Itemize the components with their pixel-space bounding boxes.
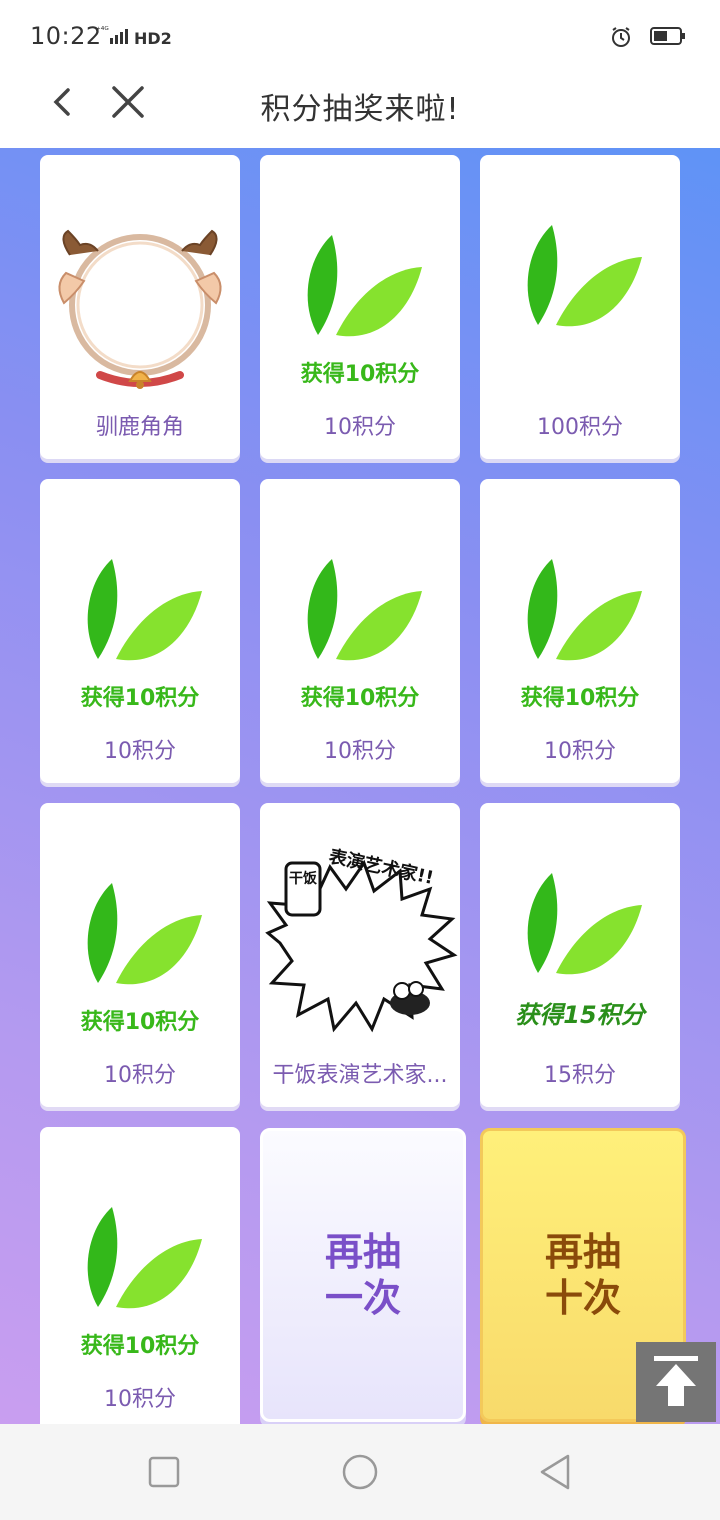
page-title: 积分抽奖来啦! — [260, 92, 460, 127]
draw-ten-line2: 十次 — [544, 1276, 621, 1320]
leaf-caption: 获得10积分 — [81, 685, 200, 711]
status-time: 10:22 — [30, 22, 102, 50]
prize-card-reindeer-antlers[interactable]: 驯鹿角角 — [40, 155, 240, 459]
prize-label: 干饭表演艺术家... — [272, 1063, 448, 1088]
prize-label: 15积分 — [544, 1063, 616, 1088]
home-button[interactable] — [340, 1452, 380, 1492]
draw-once-button[interactable]: 再抽 一次 — [260, 1128, 466, 1422]
prize-card-100-points[interactable]: 100积分 — [480, 155, 680, 459]
leaf-caption: 获得10积分 — [301, 685, 420, 711]
prize-label: 10积分 — [324, 415, 396, 440]
draw-once-line2: 一次 — [324, 1276, 401, 1320]
comic-badge: 干饭 — [289, 870, 318, 887]
leaf-points-image: 获得10积分 — [81, 1207, 202, 1359]
svg-text:⁺⁴ᴳ: ⁺⁴ᴳ — [96, 26, 109, 36]
back-triangle-icon — [540, 1454, 570, 1490]
leaf-points-image: 获得10积分 — [301, 235, 422, 387]
leaf-points-image: 获得10积分 — [81, 559, 202, 711]
leaf-points-image: 获得10积分 — [521, 559, 642, 711]
prize-label: 10积分 — [104, 1063, 176, 1088]
prize-label: 100积分 — [537, 415, 623, 440]
page-header: 积分抽奖来啦! — [0, 70, 720, 149]
alarm-icon — [610, 26, 632, 48]
battery-icon — [650, 26, 686, 46]
recent-apps-square-icon — [148, 1456, 180, 1488]
status-bar: 10:22 ⁺⁴ᴳ HD2 — [0, 0, 720, 70]
comic-frame-image: 干饭 表演艺术家!! — [265, 845, 458, 1033]
hd-badge: HD2 — [134, 29, 172, 48]
draw-ten-line1: 再抽 — [544, 1230, 621, 1274]
draw-once-line1: 再抽 — [324, 1230, 401, 1274]
prize-card-15-points[interactable]: 获得15积分 15积分 — [480, 803, 680, 1107]
comic-caption: 表演艺术家!! — [327, 845, 436, 889]
lottery-grid: 驯鹿角角 获得10积分 10积分 100积分 获得10积分 10积分 获得10积… — [0, 148, 720, 1424]
leaf-points-image: 获得10积分 — [81, 883, 202, 1035]
prize-label: 10积分 — [544, 739, 616, 764]
arrow-up-to-top-icon — [654, 1356, 698, 1406]
prize-card-10-points[interactable]: 获得10积分 10积分 — [260, 155, 460, 459]
prize-label: 驯鹿角角 — [95, 415, 184, 440]
prize-label: 10积分 — [324, 739, 396, 764]
system-nav-bar — [0, 1424, 720, 1520]
leaf-points-image: 获得15积分 — [515, 873, 648, 1029]
prize-card-10-points[interactable]: 获得10积分 10积分 — [40, 803, 240, 1107]
signal-icon: ⁺⁴ᴳ HD2 — [96, 24, 174, 51]
leaf-caption: 获得10积分 — [521, 685, 640, 711]
prize-card-10-points[interactable]: 获得10积分 10积分 — [40, 1127, 240, 1424]
prize-card-10-points[interactable]: 获得10积分 10积分 — [40, 479, 240, 783]
leaf-image — [527, 225, 642, 327]
recent-apps-button[interactable] — [144, 1452, 184, 1492]
leaf-caption: 获得10积分 — [81, 1333, 200, 1359]
prize-card-foodie-artist[interactable]: 干饭 表演艺术家!! 干饭表演艺术家... — [260, 803, 460, 1107]
leaf-points-image: 获得10积分 — [301, 559, 422, 711]
reindeer-antler-frame-image — [58, 229, 222, 389]
home-circle-icon — [342, 1454, 378, 1490]
leaf-caption: 获得10积分 — [81, 1009, 200, 1035]
prize-label: 10积分 — [104, 739, 176, 764]
prize-label: 10积分 — [104, 1387, 176, 1412]
leaf-caption: 获得15积分 — [515, 1001, 647, 1029]
scroll-to-top-button[interactable] — [636, 1342, 716, 1422]
prize-card-10-points[interactable]: 获得10积分 10积分 — [260, 479, 460, 783]
prize-card-10-points[interactable]: 获得10积分 10积分 — [480, 479, 680, 783]
system-back-button[interactable] — [536, 1452, 576, 1492]
leaf-caption: 获得10积分 — [301, 361, 420, 387]
